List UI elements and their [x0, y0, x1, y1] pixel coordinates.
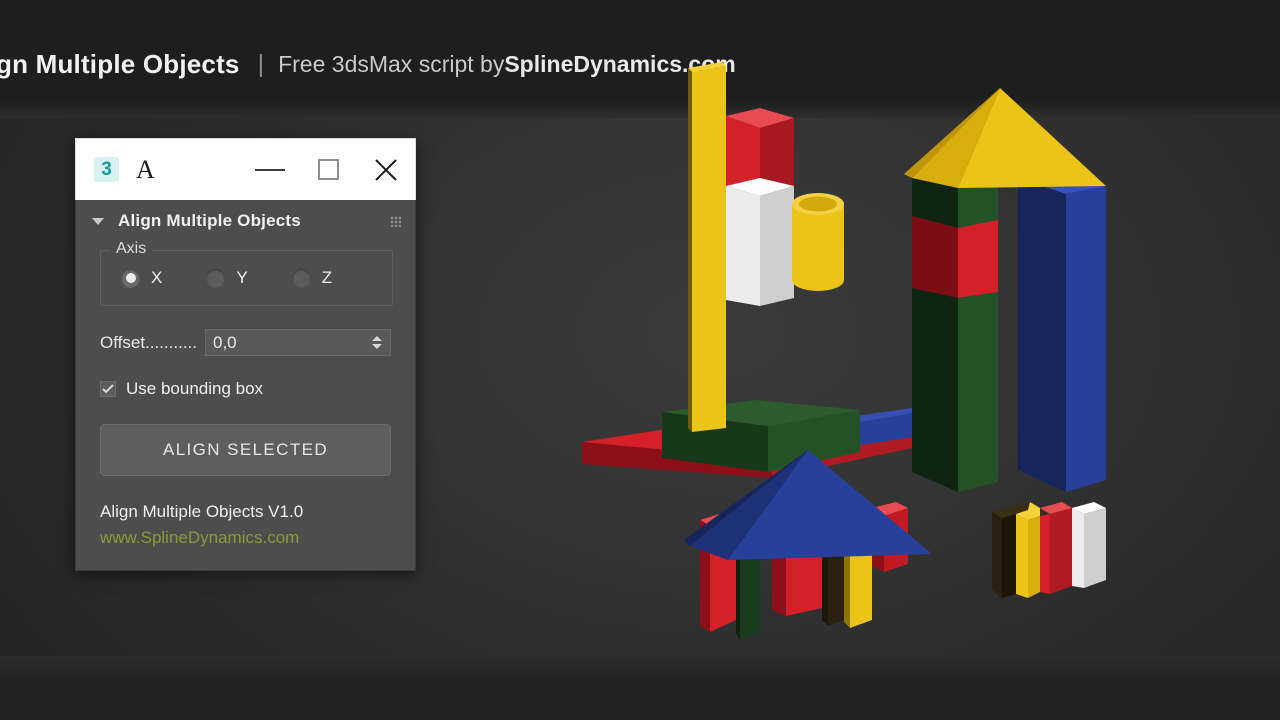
spinner-arrows[interactable] — [367, 330, 390, 355]
align-selected-button[interactable]: ALIGN SELECTED — [100, 424, 391, 476]
chevron-down-icon[interactable] — [92, 217, 104, 225]
app-letter-icon: A — [136, 154, 155, 184]
offset-label: Offset........... — [100, 332, 197, 352]
radio-y-indicator[interactable] — [206, 268, 226, 288]
viewport-blocks-scene — [560, 60, 1180, 680]
dialog-body: Align Multiple Objects Axis X Y Z Offset… — [75, 200, 416, 571]
blocks-svg — [582, 62, 1106, 640]
rollout-header[interactable]: Align Multiple Objects — [76, 200, 415, 242]
radio-z-indicator[interactable] — [291, 268, 311, 288]
radio-axis-x[interactable]: X — [121, 268, 162, 288]
axis-group-label: Axis — [110, 240, 153, 258]
footer-band — [0, 682, 1280, 720]
radio-axis-z[interactable]: Z — [291, 268, 333, 288]
block-yellow-cylinder — [792, 193, 844, 291]
radio-axis-y[interactable]: Y — [206, 268, 248, 288]
page-title: gn Multiple Objects — [0, 48, 240, 79]
logo-text: 3 — [101, 159, 112, 180]
use-bounding-box-label: Use bounding box — [126, 379, 264, 398]
minimize-icon — [255, 168, 285, 171]
offset-spinner[interactable]: 0,0 — [205, 329, 391, 356]
spinner-up-icon[interactable] — [371, 336, 382, 341]
website-link[interactable]: www.SplineDynamics.com — [100, 528, 391, 548]
block-yellow-tall-slab — [688, 62, 726, 432]
spinner-down-icon[interactable] — [371, 344, 382, 349]
block-yellow-pyramid-roof — [904, 88, 1106, 188]
header-separator: | — [257, 49, 265, 78]
version-label: Align Multiple Objects V1.0 — [100, 502, 304, 521]
block-white-cube — [726, 178, 794, 306]
axis-group: Axis X Y Z — [100, 240, 393, 306]
screenshot-root: gn Multiple Objects | Free 3dsMax script… — [0, 0, 1280, 720]
block-red-band-column — [912, 216, 998, 298]
radio-x-indicator[interactable] — [121, 268, 140, 288]
close-button[interactable] — [357, 139, 415, 201]
align-multiple-objects-dialog: 3 A Align Multiple Objects Axis X Y Z Of… — [75, 138, 416, 571]
radio-z-label: Z — [321, 268, 333, 287]
radio-x-label: X — [151, 268, 163, 287]
dialog-titlebar[interactable]: 3 A — [75, 138, 416, 200]
axis-radio-row: X Y Z — [101, 251, 392, 305]
close-icon — [375, 158, 397, 181]
block-blue-tall-column — [1018, 172, 1106, 492]
maximize-icon — [317, 159, 339, 180]
maximize-button[interactable] — [299, 139, 357, 201]
check-icon — [102, 384, 114, 394]
grip-dots-icon[interactable] — [390, 215, 401, 227]
3dsmax-logo-icon: 3 — [94, 157, 119, 182]
block-green-column-lower — [912, 288, 998, 492]
header-subtitle: Free 3dsMax script by — [278, 50, 505, 77]
use-bounding-box-row[interactable]: Use bounding box — [100, 379, 391, 399]
offset-input[interactable]: 0,0 — [206, 333, 367, 353]
use-bounding-box-checkbox[interactable] — [100, 381, 116, 397]
minimize-button[interactable] — [241, 139, 299, 201]
radio-y-label: Y — [236, 268, 248, 287]
offset-row: Offset........... 0,0 — [100, 329, 391, 356]
rollout-title: Align Multiple Objects — [118, 211, 301, 230]
block-tricolor-cube — [992, 502, 1106, 598]
